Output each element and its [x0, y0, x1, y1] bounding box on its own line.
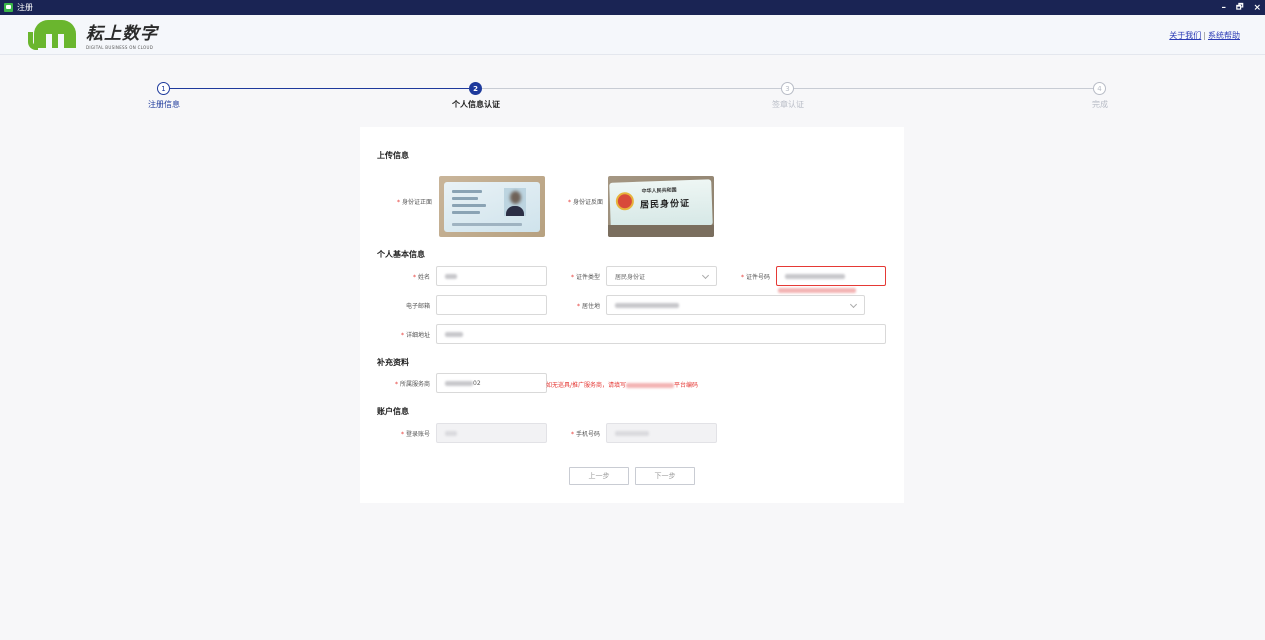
chevron-down-icon — [849, 300, 858, 309]
address-label: * 详细地址 — [400, 332, 430, 339]
step-line-2 — [482, 88, 781, 89]
provider-label: * 所属服务商 — [394, 381, 430, 388]
provider-input[interactable]: 02 — [436, 373, 547, 393]
step-4-label: 完成 — [1092, 100, 1108, 109]
id-back-upload[interactable]: 中华人民共和国 居民身份证 — [608, 176, 714, 237]
chevron-down-icon — [701, 271, 710, 280]
step-4-circle: 4 — [1093, 82, 1106, 95]
national-emblem-icon — [615, 191, 635, 211]
step-line-3 — [794, 88, 1094, 89]
progress-stepper: 1 注册信息 2 个人信息认证 3 签章认证 4 完成 — [0, 82, 1265, 112]
window-titlebar: 注册 – 🗗 × — [0, 0, 1265, 15]
account-section-title: 账户信息 — [377, 407, 409, 416]
step-1-label: 注册信息 — [148, 100, 180, 109]
about-us-link[interactable]: 关于我们 — [1169, 31, 1201, 40]
login-account-label: * 登录账号 — [400, 431, 430, 438]
name-label: * 姓名 — [412, 274, 430, 281]
step-line-1 — [170, 88, 469, 89]
step-3-circle: 3 — [781, 82, 794, 95]
supplement-section-title: 补充资料 — [377, 358, 409, 367]
step-2-label: 个人信息认证 — [452, 100, 500, 109]
form-card: 上传信息 * 身份证正面 * 身份证反面 中华人民共和国 居民身份证 个人基本信息 … — [360, 127, 904, 503]
id-photo — [504, 188, 526, 216]
email-label: 电子邮箱 — [405, 303, 430, 310]
system-help-link[interactable]: 系统帮助 — [1208, 31, 1240, 40]
address-input[interactable] — [436, 324, 886, 344]
email-input[interactable] — [436, 295, 547, 315]
id-number-error — [778, 288, 856, 293]
header-links: 关于我们 | 系统帮助 — [1169, 31, 1240, 40]
id-type-label: * 证件类型 — [570, 274, 600, 281]
id-type-select[interactable]: 居民身份证 — [606, 266, 717, 286]
window-title: 注册 — [17, 3, 33, 12]
logo: 耘上数字 DIGITAL BUSINESS ON CLOUD — [28, 19, 158, 50]
residence-label: * 居住地 — [576, 303, 600, 310]
name-input[interactable] — [436, 266, 547, 286]
logo-subtitle: DIGITAL BUSINESS ON CLOUD — [86, 45, 154, 50]
upload-section-title: 上传信息 — [377, 151, 409, 160]
logo-title: 耘上数字 — [86, 24, 158, 44]
id-back-label: * 身份证反面 — [567, 199, 603, 206]
window-controls: – 🗗 × — [1221, 0, 1261, 15]
basic-info-section-title: 个人基本信息 — [377, 250, 425, 259]
residence-select[interactable] — [606, 295, 865, 315]
restore-button[interactable]: 🗗 — [1236, 1, 1244, 15]
next-step-button[interactable]: 下一步 — [635, 467, 695, 485]
step-2-circle: 2 — [469, 82, 482, 95]
step-1-circle: 1 — [157, 82, 170, 95]
prev-step-button[interactable]: 上一步 — [569, 467, 629, 485]
elephant-logo-icon — [28, 19, 76, 50]
id-number-label: * 证件号码 — [740, 274, 770, 281]
app-icon — [4, 3, 13, 12]
close-button[interactable]: × — [1253, 3, 1261, 13]
id-front-label: * 身份证正面 — [396, 199, 432, 206]
phone-label: * 手机号码 — [570, 431, 600, 438]
step-3-label: 签章认证 — [772, 100, 804, 109]
provider-hint: 如无巡具/推广服务商，请填写 平台编码 — [546, 382, 699, 389]
minimize-button[interactable]: – — [1221, 3, 1226, 13]
id-number-input[interactable] — [776, 266, 886, 286]
phone-input — [606, 423, 717, 443]
app-header: 耘上数字 DIGITAL BUSINESS ON CLOUD 关于我们 | 系统帮助 — [0, 15, 1265, 55]
login-account-input — [436, 423, 547, 443]
id-front-upload[interactable] — [439, 176, 545, 237]
